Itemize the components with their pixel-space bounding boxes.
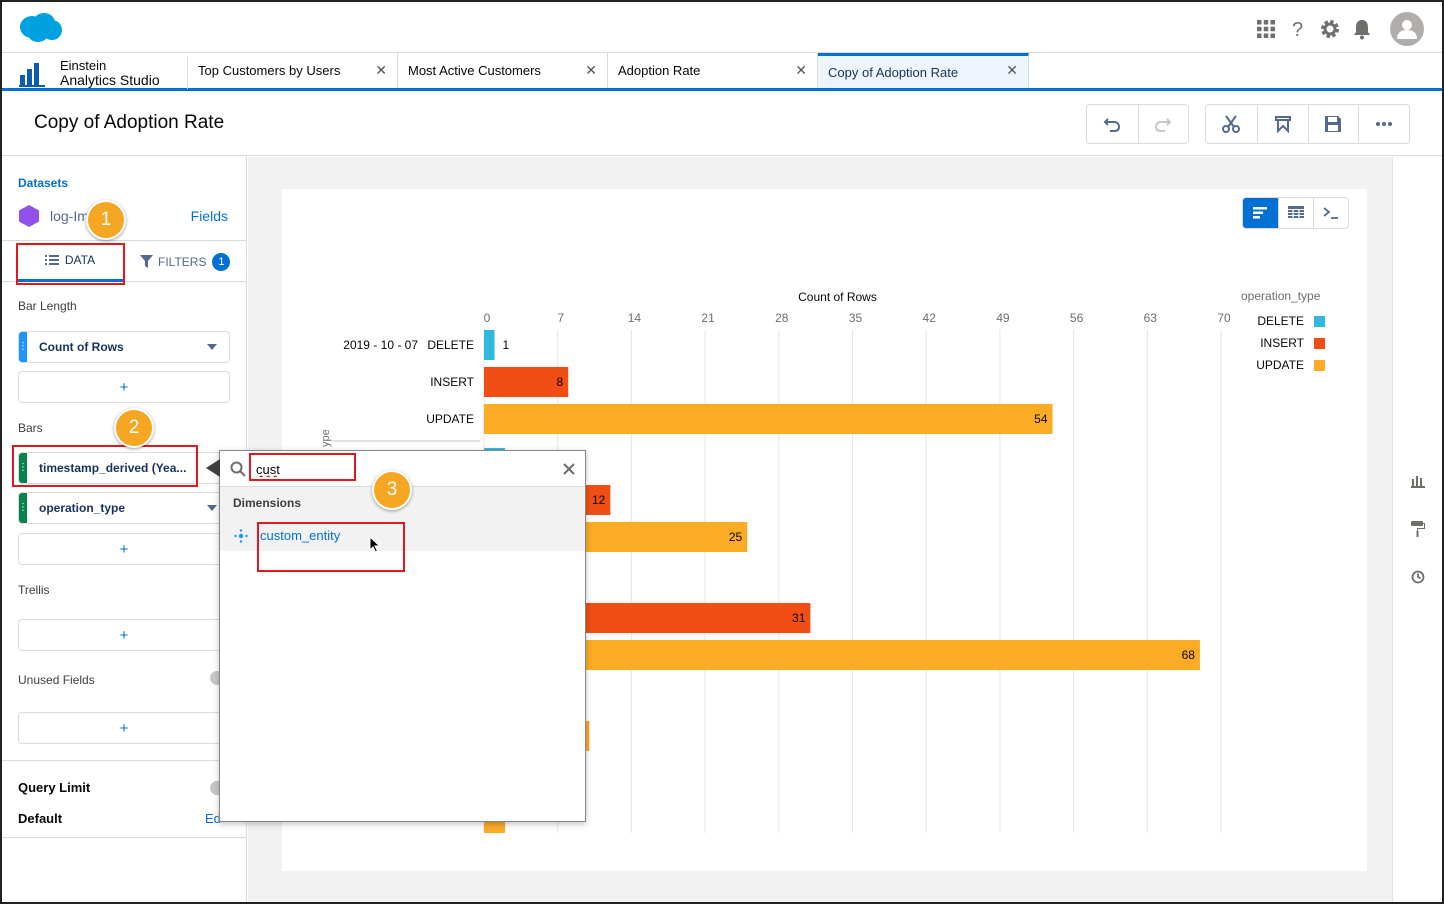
- tab-filters[interactable]: FILTERS 1: [140, 241, 240, 282]
- history-button-group: [1086, 104, 1189, 144]
- tab-label: Adoption Rate: [618, 63, 701, 78]
- undo-icon: [1103, 118, 1121, 132]
- dimension-grip-icon: ⋮: [18, 453, 28, 483]
- right-rail: [1392, 157, 1442, 902]
- callout-step-1: 1: [86, 200, 126, 240]
- bars-label: Bars: [18, 421, 43, 435]
- list-icon: [44, 255, 59, 265]
- tab-filters-label: FILTERS: [158, 254, 207, 269]
- cut-button[interactable]: [1206, 105, 1257, 143]
- help-icon[interactable]: ?: [1284, 13, 1312, 45]
- tab-label: Most Active Customers: [408, 63, 541, 78]
- fields-link[interactable]: Fields: [191, 208, 228, 224]
- search-icon: [230, 461, 246, 477]
- chevron-down-icon[interactable]: [207, 344, 217, 350]
- svg-text:?: ?: [1292, 19, 1303, 40]
- bars-field-operation-type: operation_type: [39, 501, 126, 515]
- divider: [2, 760, 247, 761]
- tab-top-customers-by-users[interactable]: Top Customers by Users ✕: [188, 53, 398, 88]
- view-mode-toggle: [1242, 197, 1349, 229]
- header-utility-icons: ?: [1248, 12, 1424, 46]
- popover-pointer: [206, 459, 220, 477]
- workspace-tab-bar: Einstein Analytics Studio Top Customers …: [2, 53, 1442, 91]
- redo-button[interactable]: [1137, 105, 1189, 143]
- tab-data-label: DATA: [64, 253, 96, 267]
- clear-formatting-button[interactable]: [1256, 105, 1308, 143]
- bars-field-timestamp: timestamp_derived (Yea...: [39, 461, 187, 475]
- filters-count-badge: 1: [212, 252, 231, 271]
- panel-tabs: DATA FILTERS 1: [2, 240, 247, 282]
- history-clock-icon[interactable]: [1411, 570, 1425, 584]
- close-icon[interactable]: ✕: [795, 63, 807, 77]
- app-launcher-icon[interactable]: [1252, 13, 1280, 45]
- redo-icon: [1155, 118, 1172, 132]
- save-icon: [1325, 116, 1342, 132]
- close-icon[interactable]: ✕: [1006, 63, 1018, 77]
- salesforce-logo-icon[interactable]: [18, 12, 64, 49]
- mouse-cursor-icon: [369, 536, 381, 553]
- page-header: Copy of Adoption Rate: [2, 92, 1442, 156]
- user-avatar[interactable]: [1390, 12, 1424, 46]
- tab-copy-of-adoption-rate[interactable]: Copy of Adoption Rate ✕: [818, 53, 1029, 88]
- app-name-line2: Analytics Studio: [60, 71, 160, 88]
- datasets-label: Datasets: [18, 176, 69, 190]
- bar-length-label: Bar Length: [18, 299, 77, 313]
- measure-grip-icon: ⋮: [18, 332, 28, 362]
- tab-data[interactable]: DATA: [16, 241, 124, 282]
- trellis-label: Trellis: [18, 583, 50, 597]
- search-result-label: custom_entity: [260, 528, 341, 543]
- table-icon: [1288, 206, 1304, 218]
- more-icon: [1376, 122, 1393, 126]
- chart-mode-button[interactable]: [1243, 198, 1278, 228]
- app-name-line1: Einstein: [60, 57, 107, 73]
- close-icon[interactable]: ✕: [375, 63, 387, 77]
- search-result-custom-entity[interactable]: custom_entity: [220, 519, 585, 553]
- chevron-down-icon[interactable]: [207, 505, 217, 511]
- page-title: Copy of Adoption Rate: [34, 112, 225, 133]
- clear-icon: [1274, 116, 1291, 134]
- bar-chart-icon: [1252, 207, 1267, 219]
- bar-length-field-pill[interactable]: ⋮ Count of Rows: [18, 331, 230, 363]
- query-limit-label: Query Limit: [18, 780, 91, 795]
- save-button[interactable]: [1307, 105, 1359, 143]
- add-bars-button[interactable]: +: [18, 533, 230, 565]
- actions-button-group: [1205, 104, 1410, 144]
- filter-icon: [140, 255, 153, 268]
- tab-most-active-customers[interactable]: Most Active Customers ✕: [398, 53, 608, 88]
- unused-fields-label: Unused Fields: [18, 673, 95, 687]
- bars-field-pill-timestamp[interactable]: ⋮ timestamp_derived (Yea...: [18, 452, 230, 484]
- callout-step-3: 3: [372, 470, 412, 510]
- tab-label: Top Customers by Users: [198, 63, 341, 78]
- dimension-grip-icon: ⋮: [18, 493, 28, 523]
- add-trellis-button[interactable]: +: [18, 619, 230, 651]
- query-builder-panel: Datasets log-Im Fields DATA FILTERS 1 Ba…: [2, 157, 247, 902]
- table-mode-button[interactable]: [1278, 198, 1313, 228]
- paint-roller-icon[interactable]: [1411, 521, 1425, 537]
- dimension-icon: [234, 529, 248, 543]
- clear-search-icon[interactable]: [563, 463, 575, 475]
- bar-length-field: Count of Rows: [39, 340, 124, 354]
- add-measure-button[interactable]: +: [18, 371, 230, 403]
- saql-mode-button[interactable]: [1313, 198, 1348, 228]
- close-icon[interactable]: ✕: [585, 63, 597, 77]
- undo-button[interactable]: [1087, 105, 1138, 143]
- global-header: ?: [2, 2, 1442, 53]
- cut-icon: [1222, 115, 1241, 133]
- tab-label: Copy of Adoption Rate: [828, 64, 959, 80]
- terminal-icon: [1323, 207, 1338, 219]
- dataset-name[interactable]: log-Im: [50, 208, 89, 224]
- dataset-hexagon-icon: [19, 205, 39, 227]
- add-unused-field-button[interactable]: +: [18, 712, 230, 744]
- notification-bell-icon[interactable]: [1348, 13, 1376, 45]
- more-actions-button[interactable]: [1358, 105, 1409, 143]
- tab-adoption-rate[interactable]: Adoption Rate ✕: [608, 53, 818, 88]
- callout-step-2: 2: [114, 408, 154, 448]
- default-label: Default: [18, 811, 63, 826]
- gear-icon[interactable]: [1316, 13, 1344, 45]
- divider: [2, 837, 247, 838]
- chart-properties-icon[interactable]: [1411, 474, 1425, 488]
- analytics-studio-icon: [19, 62, 45, 87]
- app-brand: Einstein Analytics Studio: [18, 56, 188, 89]
- bars-field-pill-operation-type[interactable]: ⋮ operation_type: [18, 492, 230, 524]
